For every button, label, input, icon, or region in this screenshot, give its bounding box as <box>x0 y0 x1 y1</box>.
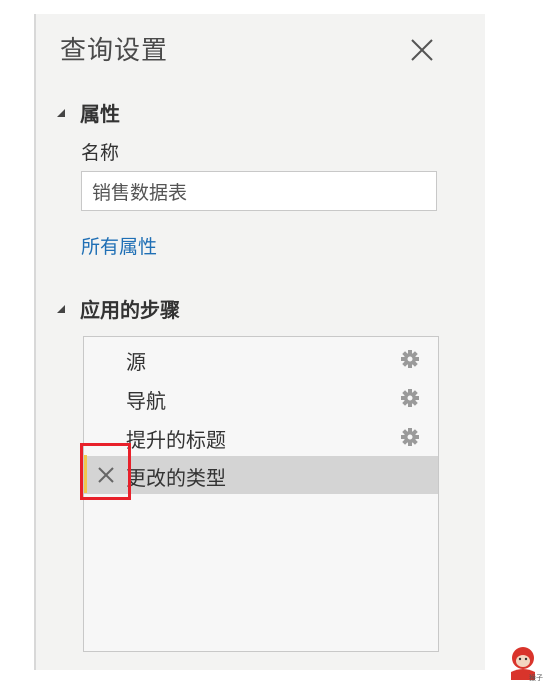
delete-step-icon[interactable] <box>96 465 116 485</box>
close-icon[interactable] <box>406 34 438 66</box>
query-name-input[interactable] <box>81 171 437 211</box>
gear-icon[interactable] <box>400 427 420 447</box>
applied-steps-section-title: 应用的步骤 <box>80 298 180 322</box>
step-label: 源 <box>126 350 146 374</box>
name-field-label: 名称 <box>81 142 120 164</box>
query-settings-pane: 查询设置 属性 名称 所有属性 应用的步骤 源 <box>36 14 485 670</box>
collapse-caret-icon[interactable] <box>54 106 68 120</box>
svg-text:猴子: 猴子 <box>529 673 543 682</box>
step-label: 提升的标题 <box>126 428 226 452</box>
step-item[interactable]: 源 <box>84 340 438 378</box>
applied-steps-section-header[interactable]: 应用的步骤 <box>54 294 180 323</box>
collapse-caret-icon[interactable] <box>54 302 68 316</box>
step-item-selected[interactable]: 更改的类型 <box>84 456 438 494</box>
step-marker-bar <box>84 455 87 493</box>
screenshot-stage: 查询设置 属性 名称 所有属性 应用的步骤 源 <box>0 0 554 685</box>
monkey-logo-watermark: 猴子 <box>511 647 543 682</box>
applied-steps-list: 源 导航 提升的标题 更改的类型 <box>83 336 439 652</box>
step-item[interactable]: 提升的标题 <box>84 418 438 456</box>
pane-title: 查询设置 <box>60 36 169 66</box>
all-properties-link[interactable]: 所有属性 <box>81 232 157 259</box>
gear-icon[interactable] <box>400 349 420 369</box>
properties-section-header[interactable]: 属性 <box>54 98 120 127</box>
properties-section-title: 属性 <box>80 102 120 126</box>
step-label: 更改的类型 <box>126 466 226 490</box>
step-label: 导航 <box>126 389 166 413</box>
step-item[interactable]: 导航 <box>84 379 438 417</box>
gear-icon[interactable] <box>400 388 420 408</box>
